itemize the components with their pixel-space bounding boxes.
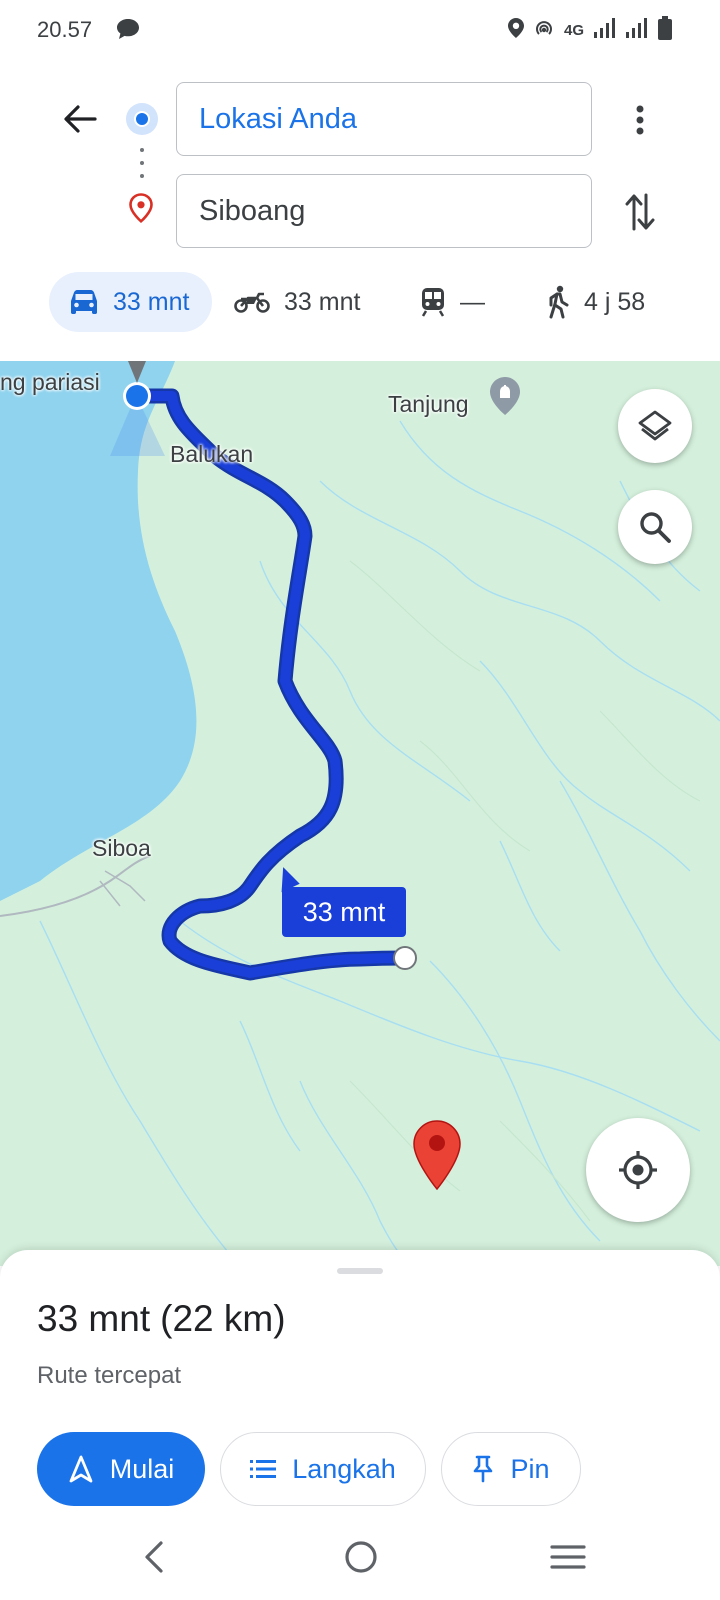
status-icons: 4G — [507, 16, 672, 45]
origin-dot-icon — [126, 103, 158, 135]
tab-walk-label: 4 j 58 — [584, 287, 646, 316]
map-label-tanjung: Tanjung — [388, 391, 469, 417]
start-button[interactable]: Mulai — [37, 1432, 205, 1506]
more-options-button[interactable] — [618, 96, 662, 144]
battery-icon — [658, 16, 672, 45]
tab-car-label: 33 mnt — [113, 287, 190, 316]
tab-transit-label: — — [460, 287, 485, 316]
route-summary: 33 mnt (22 km) — [37, 1298, 286, 1340]
layers-icon — [638, 410, 672, 441]
pin-icon — [474, 1455, 493, 1483]
nav-back-icon — [145, 1541, 163, 1573]
list-icon — [250, 1460, 277, 1478]
location-icon — [507, 18, 524, 43]
tab-motorcycle-label: 33 mnt — [284, 287, 361, 316]
destination-pin-icon — [128, 193, 154, 228]
tab-transit[interactable]: — — [420, 272, 485, 332]
origin-field[interactable]: Lokasi Anda — [176, 82, 592, 156]
search-icon — [640, 512, 671, 543]
pin-button[interactable]: Pin — [441, 1432, 581, 1506]
sheet-drag-handle[interactable] — [337, 1268, 383, 1274]
tab-car[interactable]: 33 mnt — [49, 272, 212, 332]
map-label-pariasi: ng pariasi — [0, 369, 100, 395]
nav-recents-button[interactable] — [538, 1527, 598, 1587]
signal-icon — [626, 18, 648, 43]
back-button[interactable] — [56, 95, 104, 143]
map-label-siboa: Siboa — [92, 835, 151, 861]
route-duration: 33 mnt — [37, 1298, 151, 1339]
map-label-balukan: Balukan — [170, 441, 254, 467]
place-of-worship-icon[interactable] — [488, 376, 522, 421]
swap-icon — [625, 193, 655, 231]
start-button-label: Mulai — [109, 1453, 175, 1484]
route-subtitle: Rute tercepat — [37, 1362, 182, 1389]
steps-button[interactable]: Langkah — [220, 1432, 426, 1506]
my-location-icon — [619, 1151, 657, 1189]
swap-button[interactable] — [618, 188, 662, 236]
nav-home-button[interactable] — [331, 1527, 391, 1587]
tab-motorcycle[interactable]: 33 mnt — [234, 272, 360, 332]
pin-button-label: Pin — [510, 1453, 550, 1484]
navigation-arrow-icon — [69, 1455, 93, 1483]
destination-field[interactable]: Siboang — [176, 174, 592, 248]
destination-marker-icon[interactable] — [412, 1119, 462, 1191]
system-navigation-bar — [0, 1515, 720, 1600]
signal-icon — [594, 18, 616, 43]
steps-button-label: Langkah — [292, 1453, 396, 1484]
motorcycle-icon — [234, 292, 270, 313]
network-type: 4G — [563, 22, 584, 39]
chat-icon — [116, 18, 140, 45]
nav-back-button[interactable] — [124, 1527, 184, 1587]
nav-home-icon — [345, 1541, 377, 1573]
route-connector — [140, 148, 144, 178]
route-distance: (22 km) — [160, 1298, 286, 1339]
hotspot-icon — [534, 18, 554, 43]
tab-walk[interactable]: 4 j 58 — [546, 272, 645, 332]
my-location-button[interactable] — [586, 1118, 690, 1222]
route-duration-callout[interactable]: 33 mnt — [282, 887, 406, 937]
status-time: 20.57 — [37, 17, 93, 42]
search-along-route-button[interactable] — [618, 490, 692, 564]
layers-button[interactable] — [618, 389, 692, 463]
train-icon — [421, 288, 445, 317]
map-view[interactable]: ng pariasi Balukan Tanjung Siboa 33 mnt — [0, 361, 720, 1266]
back-arrow-icon — [64, 105, 97, 133]
more-vert-icon — [636, 105, 644, 135]
walk-icon — [549, 285, 569, 319]
status-bar: 20.57 4G — [0, 0, 720, 62]
nav-menu-icon — [550, 1545, 586, 1569]
car-icon — [71, 290, 97, 314]
